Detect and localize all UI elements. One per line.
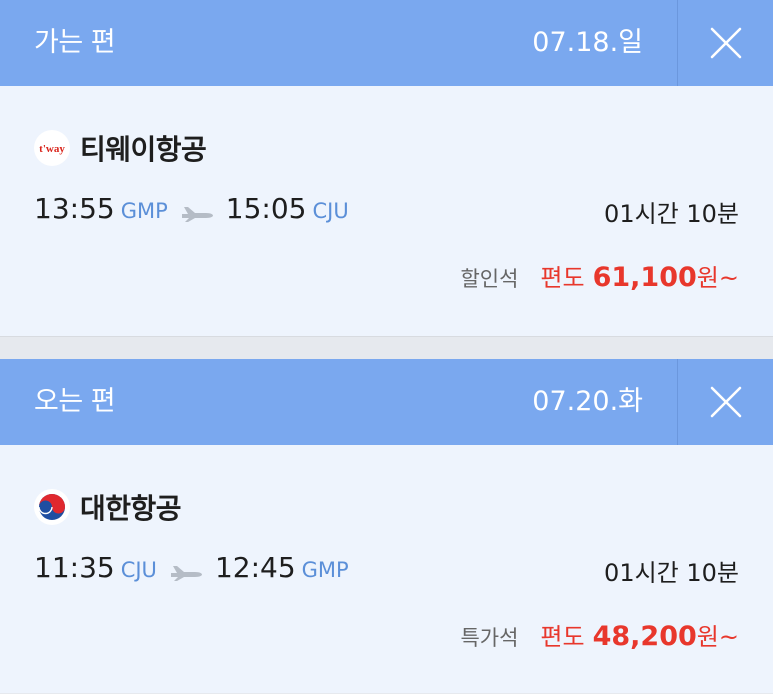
return-duration: 01시간 10분 bbox=[604, 559, 739, 587]
return-fare: 특가석 편도 48,200 원~ bbox=[460, 617, 739, 652]
outbound-header: 가는 편 07.18.일 bbox=[0, 0, 773, 86]
return-header-title: 오는 편 bbox=[34, 386, 116, 417]
return-airline: 대한항공 bbox=[34, 487, 182, 527]
outbound-section: 가는 편 07.18.일 t'way 티웨이항공 13:55 GMP 15:05… bbox=[0, 0, 773, 336]
tway-logo: t'way bbox=[34, 130, 70, 166]
return-flight-card[interactable]: 대한항공 11:35 CJU 12:45 GMP 01시간 10분 특가석 편도… bbox=[0, 445, 773, 693]
outbound-price-suffix: 원~ bbox=[696, 264, 739, 292]
outbound-arrival-code: CJU bbox=[312, 199, 349, 223]
outbound-header-title: 가는 편 bbox=[34, 27, 116, 58]
outbound-duration: 01시간 10분 bbox=[604, 200, 739, 228]
return-header: 오는 편 07.20.화 bbox=[0, 359, 773, 445]
airplane-icon bbox=[180, 202, 214, 226]
return-price-suffix: 원~ bbox=[696, 623, 739, 651]
korean-air-logo bbox=[34, 489, 70, 525]
outbound-seat-class: 할인석 bbox=[460, 267, 519, 291]
outbound-arrival-time: 15:05 bbox=[225, 192, 307, 225]
return-close-button[interactable] bbox=[677, 359, 773, 445]
outbound-departure-code: GMP bbox=[120, 199, 168, 223]
return-airline-name: 대한항공 bbox=[80, 492, 182, 525]
return-arrival-code: GMP bbox=[301, 558, 349, 582]
outbound-flight-card[interactable]: t'way 티웨이항공 13:55 GMP 15:05 CJU 01시간 10분… bbox=[0, 86, 773, 336]
outbound-airline-name: 티웨이항공 bbox=[80, 133, 207, 166]
outbound-date[interactable]: 07.18.일 bbox=[532, 0, 643, 86]
outbound-airline: t'way 티웨이항공 bbox=[34, 128, 207, 168]
outbound-fare: 할인석 편도 61,100 원~ bbox=[460, 258, 739, 293]
close-icon bbox=[710, 27, 741, 59]
outbound-departure-time: 13:55 bbox=[34, 192, 115, 225]
outbound-price-prefix: 편도 bbox=[540, 264, 585, 292]
outbound-route: 13:55 GMP 15:05 CJU bbox=[34, 192, 349, 225]
return-price: 48,200 bbox=[592, 621, 697, 652]
return-departure-time: 11:35 bbox=[34, 551, 115, 584]
outbound-price: 61,100 bbox=[592, 262, 697, 293]
outbound-close-button[interactable] bbox=[677, 0, 773, 86]
return-route: 11:35 CJU 12:45 GMP bbox=[34, 551, 349, 584]
close-icon bbox=[710, 386, 741, 418]
return-departure-code: CJU bbox=[120, 558, 157, 582]
return-arrival-time: 12:45 bbox=[214, 551, 296, 584]
return-seat-class: 특가석 bbox=[460, 626, 519, 650]
return-price-prefix: 편도 bbox=[540, 623, 585, 651]
return-date[interactable]: 07.20.화 bbox=[532, 359, 643, 445]
airplane-icon bbox=[169, 561, 203, 585]
svg-text:t'way: t'way bbox=[39, 143, 65, 155]
section-divider bbox=[0, 336, 773, 359]
return-section: 오는 편 07.20.화 대한항공 11:35 CJU 12:45 GMP 01… bbox=[0, 359, 773, 693]
